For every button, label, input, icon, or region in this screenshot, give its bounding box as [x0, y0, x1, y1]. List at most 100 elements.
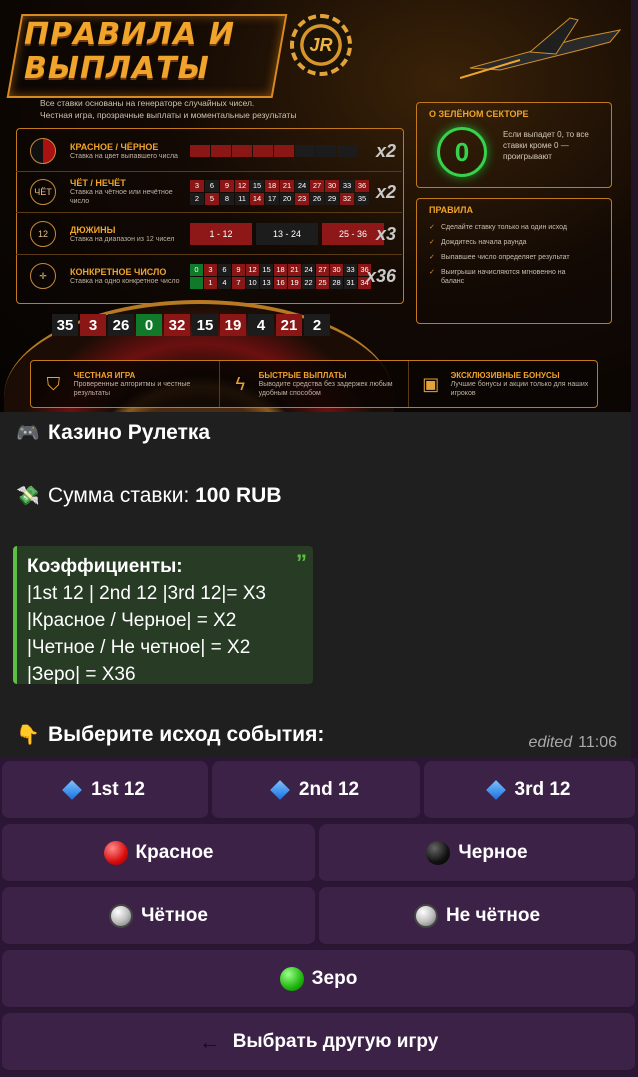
wheel-number: 21 [276, 314, 302, 336]
even-odd-cell: 33 [340, 179, 354, 192]
number-cell: 4 [218, 276, 231, 289]
bet-odd-button[interactable]: Не чётное [319, 887, 635, 946]
even-odd-cell: 27 [310, 179, 324, 192]
radio-button-icon [109, 903, 134, 928]
number-cell: 6 [218, 263, 231, 276]
bet-zero-button[interactable]: Зеро [2, 950, 635, 1009]
number-cell: 13 [260, 276, 273, 289]
features-bar: ⛉ ЧЕСТНАЯ ИГРА Проверенные алгоритмы и че… [30, 360, 598, 408]
wheel-number: 26 [108, 314, 134, 336]
red-black-strip [190, 145, 357, 157]
radio-button-icon [413, 903, 438, 928]
number-cell: 3 [204, 263, 217, 276]
number-cell: 25 [316, 276, 329, 289]
bet-row-dozens: 12 ДЮЖИНЫ Ставка на диапазон из 12 чисел … [16, 214, 402, 255]
rule-item: Дождитесь начала раунда [429, 238, 579, 247]
number-cell: 15 [260, 263, 273, 276]
inline-keyboard: 1st 12 2nd 12 3rd 12 Красное Черное Чётн… [0, 758, 638, 1077]
coefficients-quote: ” Коэффициенты: |1st 12 | 2nd 12 |3rd 12… [13, 546, 313, 685]
number-cell: 21 [288, 263, 301, 276]
bet-red-button[interactable]: Красное [2, 824, 315, 883]
even-odd-cell: 29 [325, 192, 339, 205]
green-circle-icon [279, 966, 304, 991]
bet-amount-line: 💸 Сумма ставки: 100 RUB [16, 483, 281, 510]
even-odd-cell: 32 [340, 192, 354, 205]
rule-item: Выпавшее число определяет результат [429, 253, 579, 262]
even-odd-cell: 15 [250, 179, 264, 192]
bet-3rd12-button[interactable]: 3rd 12 [424, 761, 635, 820]
number-cell: 1 [204, 276, 217, 289]
even-odd-cell: 5 [205, 192, 219, 205]
number-grid: 0 3 6 9 12 15 18 21 24 27 30 33 36 1 4 7 10 13 16 19 22 25 28… [190, 263, 371, 289]
feature-bonus: ▣ ЭКСКЛЮЗИВНЫЕ БОНУСЫ Лучшие бонусы и акц… [422, 370, 589, 397]
even-odd-cell: 18 [265, 179, 279, 192]
arrow-left-icon: ← [198, 1028, 221, 1054]
rule-item: Сделайте ставку только на один исход [429, 223, 579, 232]
number-cell: 12 [246, 263, 259, 276]
dozen-12-icon: 12 [30, 221, 56, 247]
rules-banner-image: ПРАВИЛА И ВЫПЛАТЫ JR Все ставки основаны… [0, 0, 631, 412]
zero-symbol: 0 [437, 127, 487, 177]
target-icon: ✛ [30, 263, 56, 289]
red-circle-icon [103, 840, 128, 865]
wheel-number: 15 [192, 314, 218, 336]
number-cell: 27 [316, 263, 329, 276]
red-black-icon [30, 138, 56, 164]
quote-icon: ” [296, 550, 307, 575]
wheel-number: 0 [136, 314, 162, 336]
wheel-numbers: 35 3 26 0 32 15 19 4 21 2 [52, 314, 330, 336]
even-odd-cell: 23 [295, 192, 309, 205]
banner-subtitle: Все ставки основаны на генераторе случай… [40, 98, 297, 120]
even-odd-cell: 12 [235, 179, 249, 192]
even-odd-cell: 11 [235, 192, 249, 205]
number-cell: 24 [302, 263, 315, 276]
even-odd-cell: 26 [310, 192, 324, 205]
bet-2nd12-button[interactable]: 2nd 12 [212, 761, 420, 820]
number-cell-spacer [190, 276, 203, 289]
gift-icon: ▣ [422, 374, 440, 394]
number-cell: 18 [274, 263, 287, 276]
even-odd-cell: 9 [220, 179, 234, 192]
even-odd-cell: 24 [295, 179, 309, 192]
point-down-icon: 👇 [16, 725, 40, 746]
wheel-number: 35 [52, 314, 78, 336]
number-cell: 22 [302, 276, 315, 289]
prompt-line: 👇 Выберите исход события: [16, 722, 324, 749]
even-odd-cell: 14 [250, 192, 264, 205]
bet-black-button[interactable]: Черное [319, 824, 635, 883]
jet-icon [460, 17, 622, 79]
message-meta: edited 11:06 [528, 734, 617, 751]
blue-diamond-icon [62, 779, 82, 800]
casino-chip-logo: JR [290, 14, 352, 76]
feature-fair: ⛉ ЧЕСТНАЯ ИГРА Проверенные алгоритмы и че… [31, 361, 220, 407]
number-cell: 16 [274, 276, 287, 289]
blue-diamond-icon [269, 779, 290, 800]
wheel-number: 2 [304, 314, 330, 336]
bet-even-button[interactable]: Чётное [2, 887, 315, 946]
message-title: 🎮 Казино Рулетка [16, 420, 210, 447]
bet-row-red-black: КРАСНОЕ / ЧЁРНОЕ Ставка на цвет выпавшего… [16, 131, 402, 172]
feature-fast: ϟ БЫСТРЫЕ ВЫПЛАТЫ Выводите средства без з… [220, 361, 409, 407]
blue-diamond-icon [485, 779, 506, 800]
number-cell: 31 [344, 276, 357, 289]
number-cell: 0 [190, 263, 203, 276]
even-odd-icon: ЧЁТ [30, 179, 56, 205]
even-odd-cell: 2 [190, 192, 204, 205]
even-odd-cell: 36 [355, 179, 369, 192]
wheel-number: 4 [248, 314, 274, 336]
bot-message: 🎮 Казино Рулетка 💸 Сумма ставки: 100 RUB ”… [0, 412, 631, 758]
bet-row-even-odd: ЧЁТ ЧЁТ / НЕЧЁТ Ставка на чётное или нечё… [16, 172, 402, 213]
number-cell: 30 [330, 263, 343, 276]
bet-1st12-button[interactable]: 1st 12 [2, 761, 208, 820]
money-icon: 💸 [16, 486, 40, 507]
rule-item: Выигрыши начисляются мгновенно на баланс [429, 268, 579, 286]
even-odd-cell: 6 [205, 179, 219, 192]
even-odd-cell: 20 [280, 192, 294, 205]
wheel-number: 19 [220, 314, 246, 336]
banner-title: ПРАВИЛА И ВЫПЛАТЫ [24, 17, 235, 86]
wheel-number: 32 [164, 314, 190, 336]
even-odd-cell: 35 [355, 192, 369, 205]
zero-sector-panel: О ЗЕЛЁНОМ СЕКТОРЕ 0 Если выпадет 0, то в… [416, 102, 612, 188]
even-odd-grid: 3 6 9 12 15 18 21 24 27 30 33 36 2 5 8 11 14 17 20 23 26 29 32… [190, 179, 369, 205]
choose-other-game-button[interactable]: ← Выбрать другую игру [2, 1013, 635, 1072]
